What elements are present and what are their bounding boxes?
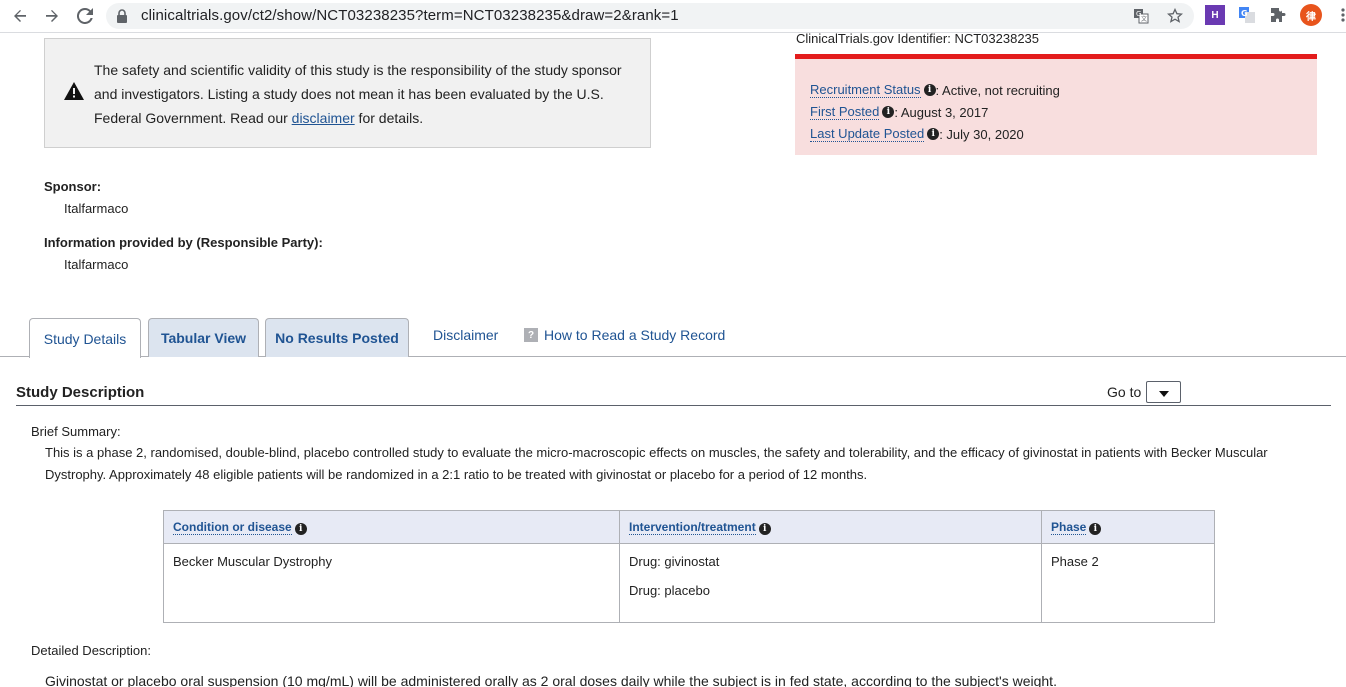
recruitment-status-value: : Active, not recruiting bbox=[935, 82, 1060, 98]
recruitment-status-box: Recruitment Status i : Active, not recru… bbox=[795, 54, 1317, 155]
condition-cell: Becker Muscular Dystrophy bbox=[163, 543, 620, 623]
recruitment-status-row: Recruitment Status i : Active, not recru… bbox=[810, 81, 1060, 99]
info-icon[interactable]: i bbox=[927, 128, 940, 140]
header-intervention[interactable]: Intervention/treatment i bbox=[619, 510, 1042, 544]
extensions-puzzle-icon[interactable] bbox=[1268, 5, 1288, 25]
section-divider bbox=[16, 405, 1331, 406]
goto-label: Go to bbox=[1107, 384, 1142, 400]
table-header-row: Condition or disease i Intervention/treat… bbox=[163, 510, 1215, 544]
header-phase[interactable]: Phase i bbox=[1041, 510, 1215, 544]
last-update-label[interactable]: Last Update Posted bbox=[810, 126, 925, 142]
translate-icon[interactable]: G文 bbox=[1132, 7, 1150, 25]
intervention-cell: Drug: givinostat Drug: placebo bbox=[619, 543, 1042, 623]
brief-summary-label: Brief Summary: bbox=[31, 424, 121, 439]
brief-summary-text: This is a phase 2, randomised, double-bl… bbox=[45, 445, 1268, 482]
address-bar[interactable]: clinicaltrials.gov/ct2/show/NCT03238235?… bbox=[106, 3, 1194, 29]
svg-text:G: G bbox=[1241, 9, 1248, 18]
lock-icon bbox=[116, 9, 128, 26]
responsible-party-value: Italfarmaco bbox=[64, 257, 129, 272]
sponsor-label: Sponsor: bbox=[44, 179, 102, 194]
google-translate-extension-icon[interactable]: G bbox=[1237, 5, 1257, 25]
first-posted-label[interactable]: First Posted bbox=[810, 104, 880, 120]
warning-triangle-icon bbox=[63, 81, 85, 104]
forward-icon[interactable] bbox=[40, 4, 64, 28]
back-icon[interactable] bbox=[8, 4, 32, 28]
info-icon[interactable]: i bbox=[1089, 522, 1102, 535]
caret-down-icon bbox=[1158, 385, 1169, 400]
last-update-row: Last Update Posted i : July 30, 2020 bbox=[810, 125, 1024, 143]
warning-text: The safety and scientific validity of th… bbox=[94, 62, 622, 126]
question-icon: ? bbox=[524, 328, 538, 342]
profile-avatar[interactable]: 律 bbox=[1300, 4, 1322, 26]
recruitment-status-label[interactable]: Recruitment Status bbox=[810, 82, 921, 98]
url-text: clinicaltrials.gov/ct2/show/NCT03238235?… bbox=[141, 7, 679, 24]
conditions-table: Condition or disease i Intervention/treat… bbox=[163, 510, 1215, 623]
study-identifier: ClinicalTrials.gov Identifier: NCT032382… bbox=[796, 31, 1040, 46]
info-icon[interactable]: i bbox=[294, 522, 307, 535]
phase-cell: Phase 2 bbox=[1041, 543, 1215, 623]
disclaimer-warning-box: The safety and scientific validity of th… bbox=[44, 38, 651, 148]
tab-study-details[interactable]: Study Details bbox=[29, 318, 141, 358]
extension-h-icon[interactable]: H bbox=[1205, 5, 1225, 25]
goto-dropdown[interactable] bbox=[1146, 381, 1181, 403]
last-update-value: : July 30, 2020 bbox=[939, 126, 1024, 142]
info-icon[interactable]: i bbox=[923, 84, 936, 96]
info-icon[interactable]: i bbox=[882, 106, 895, 118]
info-icon[interactable]: i bbox=[758, 522, 771, 535]
menu-kebab-icon[interactable] bbox=[1333, 5, 1346, 25]
how-to-read-link[interactable]: ? How to Read a Study Record bbox=[524, 327, 725, 343]
tab-tabular-view[interactable]: Tabular View bbox=[148, 318, 259, 357]
header-condition[interactable]: Condition or disease i bbox=[163, 510, 620, 544]
tab-no-results-posted[interactable]: No Results Posted bbox=[265, 318, 409, 357]
svg-text:文: 文 bbox=[1141, 15, 1147, 23]
sponsor-value: Italfarmaco bbox=[64, 201, 129, 216]
section-title: Study Description bbox=[16, 384, 145, 401]
first-posted-row: First Posted i : August 3, 2017 bbox=[810, 103, 988, 121]
reload-icon[interactable] bbox=[73, 4, 97, 28]
table-row: Becker Muscular Dystrophy Drug: givinost… bbox=[163, 543, 1215, 623]
detailed-description-text: Givinostat or placebo oral suspension (1… bbox=[45, 673, 1057, 687]
detailed-description-label: Detailed Description: bbox=[31, 643, 151, 658]
first-posted-value: : August 3, 2017 bbox=[894, 104, 989, 120]
bookmark-star-icon[interactable] bbox=[1166, 7, 1184, 25]
disclaimer-tab-link[interactable]: Disclaimer bbox=[433, 327, 498, 343]
disclaimer-link[interactable]: disclaimer bbox=[292, 110, 355, 126]
responsible-party-label: Information provided by (Responsible Par… bbox=[44, 235, 323, 250]
